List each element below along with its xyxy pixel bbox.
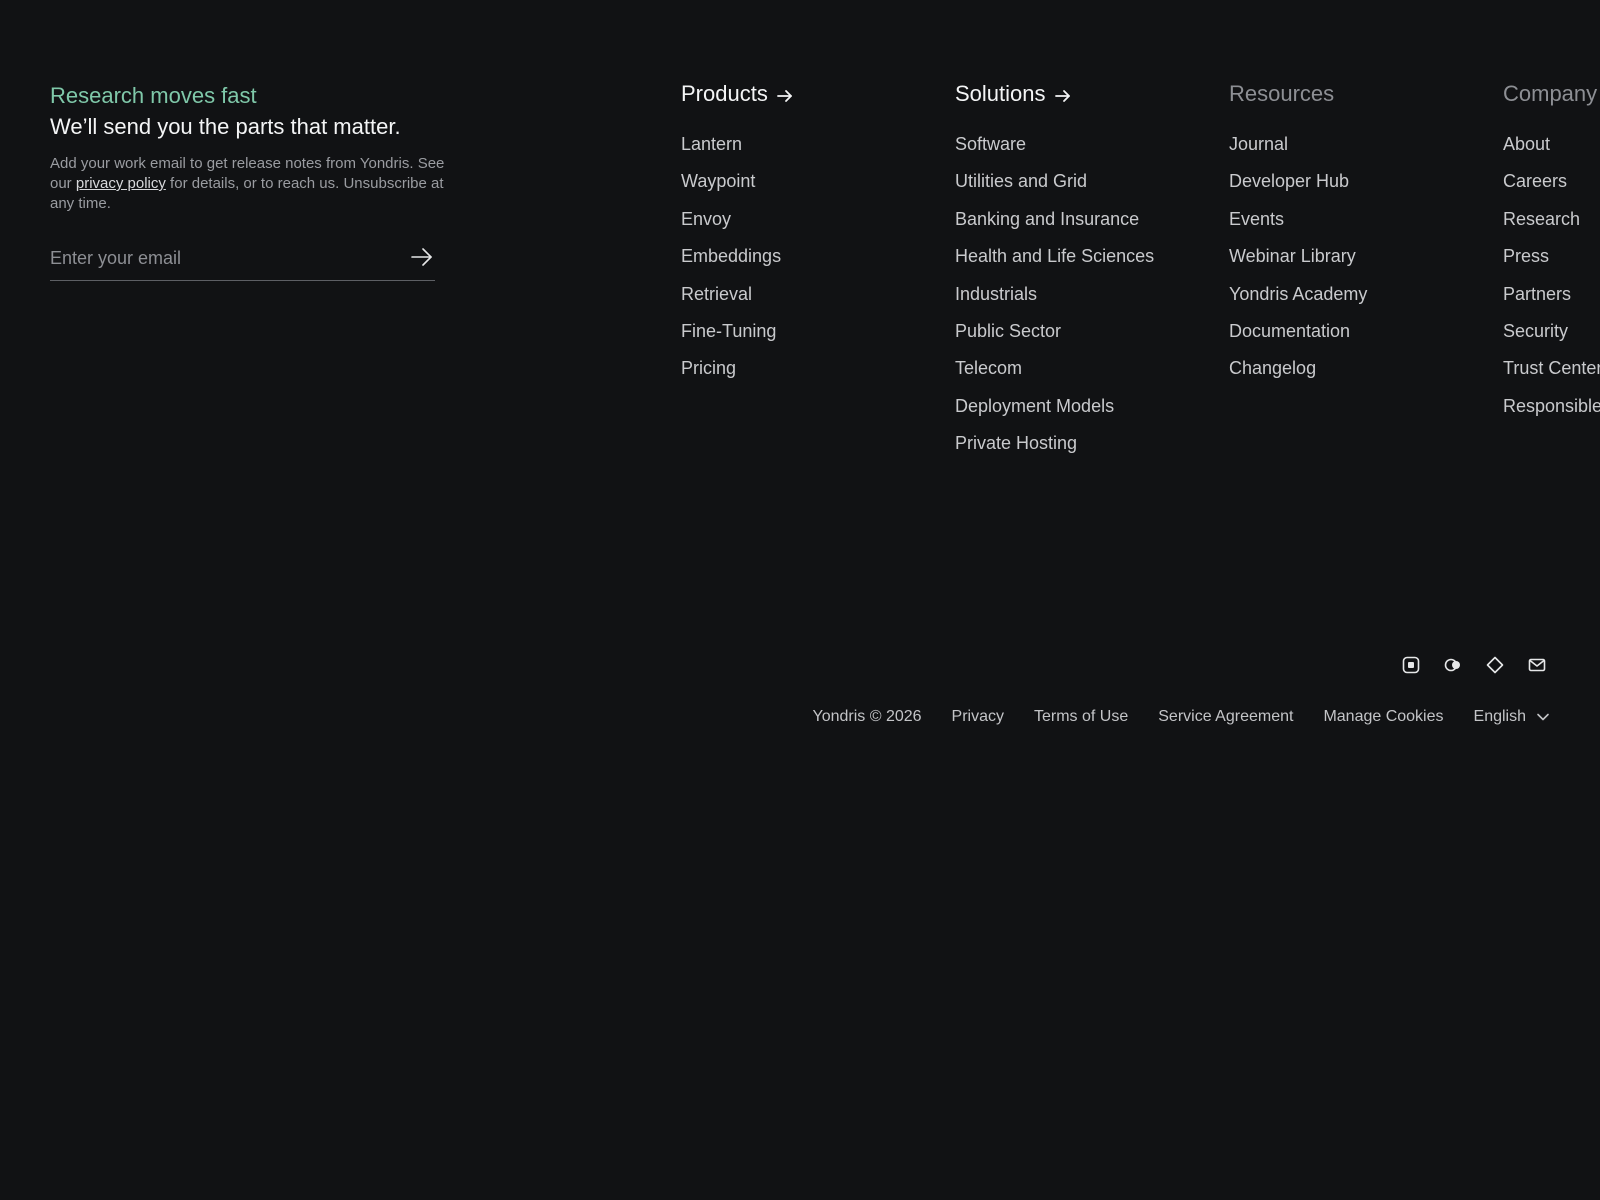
footer-link-journal[interactable]: Journal [1229, 132, 1367, 156]
newsletter-eyebrow: Research moves fast [50, 83, 257, 108]
footer-link-fine-tuning[interactable]: Fine-Tuning [681, 319, 794, 343]
email-form [50, 240, 435, 281]
footer-link-deployment-models[interactable]: Deployment Models [955, 394, 1154, 418]
solutions-heading: Solutions [955, 81, 1046, 106]
terms-of-use-link[interactable]: Terms of Use [1034, 706, 1128, 728]
privacy-policy-link[interactable]: privacy policy [76, 175, 166, 192]
copyright-text: Yondris © 2026 [812, 708, 922, 725]
newsletter-signup: Research moves fast We’ll send you the p… [50, 82, 450, 281]
footer-link-careers[interactable]: Careers [1503, 169, 1600, 193]
footer-link-lantern[interactable]: Lantern [681, 132, 794, 156]
manage-cookies-link[interactable]: Manage Cookies [1323, 706, 1443, 728]
footer-link-events[interactable]: Events [1229, 207, 1367, 231]
service-agreement-link[interactable]: Service Agreement [1158, 706, 1293, 728]
footer-link-documentation[interactable]: Documentation [1229, 319, 1367, 343]
footer-link-telecom[interactable]: Telecom [955, 356, 1154, 380]
solutions-heading-link[interactable]: Solutions [955, 80, 1154, 108]
mail-icon[interactable] [1527, 655, 1547, 675]
arrow-right-icon [776, 90, 792, 102]
company-heading: Company [1503, 81, 1598, 106]
footer-link-press[interactable]: Press [1503, 244, 1600, 268]
footer-link-utilities-and-grid[interactable]: Utilities and Grid [955, 169, 1154, 193]
footer-link-software[interactable]: Software [955, 132, 1154, 156]
footer-link-health-and-life-sciences[interactable]: Health and Life Sciences [955, 244, 1154, 268]
language-selector[interactable]: English [1474, 706, 1550, 728]
diamond-icon[interactable] [1485, 655, 1505, 675]
footer-link-trust-center[interactable]: Trust Center [1503, 356, 1600, 380]
products-heading-link[interactable]: Products [681, 80, 794, 108]
products-links: Lantern Waypoint Envoy Embeddings Retrie… [681, 132, 794, 380]
resources-heading: Resources [1229, 81, 1335, 106]
footer-link-developer-hub[interactable]: Developer Hub [1229, 169, 1367, 193]
footer-link-retrieval[interactable]: Retrieval [681, 282, 794, 306]
chevron-down-icon [1537, 713, 1549, 721]
footer-link-envoy[interactable]: Envoy [681, 207, 794, 231]
footer-link-changelog[interactable]: Changelog [1229, 356, 1367, 380]
newsletter-headline: We’ll send you the parts that matter. [50, 114, 401, 139]
footer-link-yondris-academy[interactable]: Yondris Academy [1229, 282, 1367, 306]
products-column: Products Lantern Waypoint Envoy Embeddin… [681, 80, 794, 394]
footer-link-webinar-library[interactable]: Webinar Library [1229, 244, 1367, 268]
footer-link-pricing[interactable]: Pricing [681, 356, 794, 380]
footer-link-public-sector[interactable]: Public Sector [955, 319, 1154, 343]
footer-link-industrials[interactable]: Industrials [955, 282, 1154, 306]
footer-link-banking-and-insurance[interactable]: Banking and Insurance [955, 207, 1154, 231]
footer-link-waypoint[interactable]: Waypoint [681, 169, 794, 193]
arrow-right-icon [1054, 90, 1070, 102]
privacy-link[interactable]: Privacy [952, 706, 1004, 728]
solutions-column: Solutions Software Utilities and Grid Ba… [955, 80, 1154, 469]
solutions-links: Software Utilities and Grid Banking and … [955, 132, 1154, 455]
resources-links: Journal Developer Hub Events Webinar Lib… [1229, 132, 1367, 380]
products-heading: Products [681, 81, 768, 106]
arrow-right-icon[interactable] [409, 246, 435, 268]
footer-link-embeddings[interactable]: Embeddings [681, 244, 794, 268]
toggle-icon[interactable] [1443, 655, 1463, 675]
email-input[interactable] [50, 240, 390, 276]
footer-link-research[interactable]: Research [1503, 207, 1600, 231]
social-links [1401, 655, 1547, 675]
resources-column: Resources Journal Developer Hub Events W… [1229, 80, 1367, 394]
footer-link-security[interactable]: Security [1503, 319, 1600, 343]
company-links: About Careers Research Press Partners Se… [1503, 132, 1600, 418]
footer-link-responsible[interactable]: Responsible [1503, 394, 1600, 418]
footer-link-partners[interactable]: Partners [1503, 282, 1600, 306]
site-footer: Research moves fast We’ll send you the p… [0, 0, 1600, 1200]
footer-link-private-hosting[interactable]: Private Hosting [955, 431, 1154, 455]
company-column: Company About Careers Research Press Par… [1503, 80, 1600, 431]
language-label: English [1473, 708, 1526, 725]
instagram-icon[interactable] [1401, 655, 1421, 675]
newsletter-description: Add your work email to get release notes… [50, 154, 450, 214]
footer-link-about[interactable]: About [1503, 132, 1600, 156]
legal-bar: Yondris © 2026 Privacy Terms of Use Serv… [812, 706, 1550, 728]
